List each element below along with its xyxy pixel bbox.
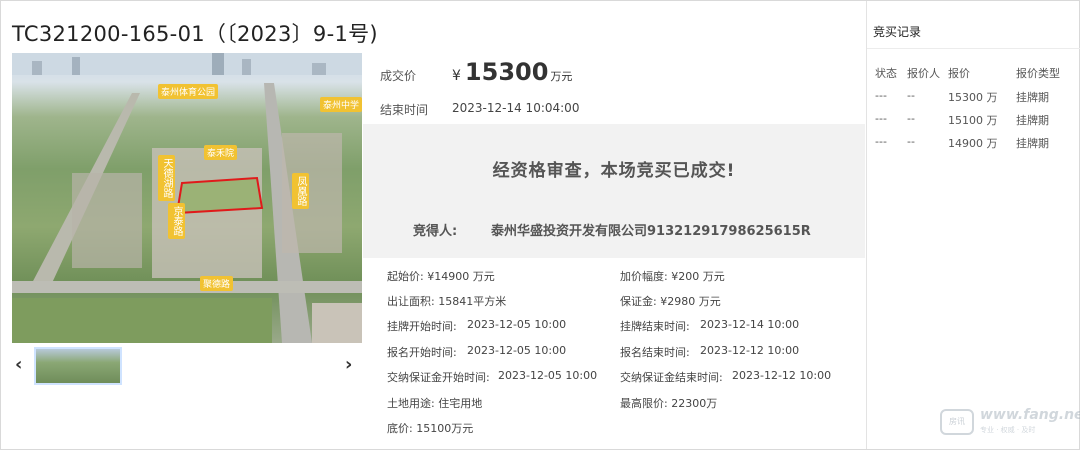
table-row-3-status: --- [875,135,887,148]
signup-end-value: 2023-12-12 10:00 [700,344,800,357]
page-title: TC321200-165-01（〔2023〕9-1号) [12,22,378,46]
watermark-text: www.fang.net [980,407,1080,423]
photo-tag-road-4: 凤凰路 [292,173,309,209]
photo-tag-road-3: 聚德路 [200,276,234,291]
currency-symbol: ¥ [452,68,461,84]
deposit: 保证金: ¥2980 万元 [620,295,721,308]
table-row-2-status: --- [875,112,887,125]
start-price: 起始价: ¥14900 万元 [387,270,495,283]
photo-tag-park: 泰州体育公园 [158,84,219,99]
max-price: 最高限价: 22300万 [620,397,718,410]
floor-price: 底价: 15100万元 [387,422,474,435]
listing-end-value: 2023-12-14 10:00 [700,318,800,331]
table-row-2-bidder: -- [907,112,915,125]
table-row-3-bidder: -- [907,135,915,148]
photo-tag-community: 泰禾院 [204,145,238,160]
winner-value: 泰州华盛投资开发有限公司91321291798625615R [491,224,811,239]
signup-end-label: 报名结束时间: [620,346,690,359]
photo-tag-road-1: 天德湖路 [158,155,175,201]
table-row-3-type: 挂牌期 [1016,137,1049,150]
price-value: 15300 [464,58,549,86]
photo-tag-school: 泰州中学 [320,97,362,112]
col-bidder: 报价人 [907,67,940,80]
end-time-value: 2023-12-14 10:04:00 [452,101,580,115]
table-row-1-bidder: -- [907,89,915,102]
table-row-1-type: 挂牌期 [1016,91,1049,104]
listing-start-label: 挂牌开始时间: [387,320,457,333]
table-row-1-status: --- [875,89,887,102]
end-time-label: 结束时间 [380,103,429,117]
col-bid-type: 报价类型 [1016,67,1060,80]
deposit-end-label: 交纳保证金结束时间: [620,371,723,384]
watermark-subtext: 专业 · 权威 · 及时 [980,426,1036,434]
land-use: 土地用途: 住宅用地 [387,397,483,410]
winner-label: 竞得人: [413,224,458,239]
col-bid: 报价 [948,67,970,80]
table-row-3-bid: 14900 万 [948,137,998,150]
increment: 加价幅度: ¥200 万元 [620,270,725,283]
listing-end-label: 挂牌结束时间: [620,320,690,333]
listing-start-value: 2023-12-05 10:00 [467,318,567,331]
prev-arrow-icon[interactable]: ‹ [15,354,22,375]
result-panel: 经资格审查，本场竞买已成交! 竞得人: 泰州华盛投资开发有限公司91321291… [363,124,865,258]
bid-records-panel: 竞买记录 状态 报价人 报价 报价类型 --- -- 15300 万 挂牌期 -… [866,1,1080,449]
watermark-badge: 房讯 [940,409,974,435]
result-message: 经资格审查，本场竞买已成交! [492,161,736,181]
col-status: 状态 [875,67,897,80]
photo-tag-road-2: 京泰路 [168,203,185,239]
table-row-2-type: 挂牌期 [1016,114,1049,127]
table-row-1-bid: 15300 万 [948,91,998,104]
bid-records-divider [867,48,1080,49]
thumbnail-strip: ‹ › [12,344,362,388]
table-row-2-bid: 15100 万 [948,114,998,127]
bid-records-title: 竞买记录 [873,25,922,39]
price-unit: 万元 [550,70,573,83]
deal-price: ¥15300 万元 [452,58,572,86]
signup-start-label: 报名开始时间: [387,346,457,359]
next-arrow-icon[interactable]: › [345,354,352,375]
thumbnail-1[interactable] [34,347,122,385]
deal-price-label: 成交价 [380,69,417,83]
deposit-start-label: 交纳保证金开始时间: [387,371,490,384]
signup-start-value: 2023-12-05 10:00 [467,344,567,357]
deposit-end-value: 2023-12-12 10:00 [732,369,832,382]
deposit-start-value: 2023-12-05 10:00 [498,369,598,382]
land-area: 出让面积: 15841平方米 [387,295,507,308]
watermark-logo: 房讯 www.fang.net 专业 · 权威 · 及时 [940,405,1080,439]
aerial-photo[interactable]: 泰州体育公园 泰州中学 泰禾院 天德湖路 京泰路 聚德路 凤凰路 [12,53,362,343]
